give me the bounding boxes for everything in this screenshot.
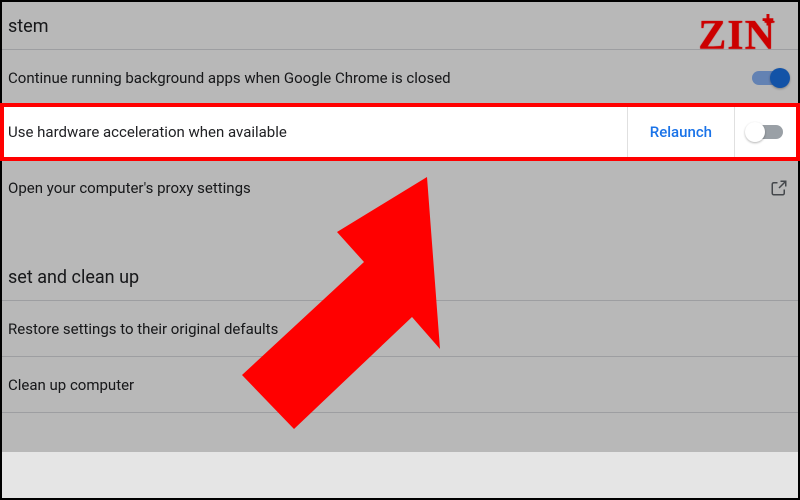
row-cleanup-computer[interactable]: Clean up computer (2, 356, 798, 412)
row-proxy-settings[interactable]: Open your computer's proxy settings (2, 159, 798, 215)
section-title-reset: set and clean up (2, 253, 798, 300)
relaunch-button[interactable]: Relaunch (627, 105, 734, 159)
external-link-icon (770, 179, 788, 197)
row-hardware-accel[interactable]: Use hardware acceleration when available… (2, 105, 798, 159)
row-label: Continue running background apps when Go… (8, 69, 451, 87)
row-label: Use hardware acceleration when available (2, 123, 627, 141)
row-hardware-accel-highlight: Use hardware acceleration when available… (2, 105, 798, 159)
section-system-footer: Open your computer's proxy settings set … (2, 159, 798, 452)
row-background-apps[interactable]: Continue running background apps when Go… (2, 49, 798, 105)
toggle-hardware-accel[interactable] (747, 125, 783, 139)
row-blank (2, 412, 798, 452)
row-label: Clean up computer (8, 376, 134, 394)
section-system-header: stem Continue running background apps wh… (2, 2, 798, 105)
section-title-system: stem (2, 2, 798, 49)
watermark-logo: ZIN (698, 12, 776, 60)
toggle-background-apps[interactable] (752, 71, 788, 85)
row-label: Open your computer's proxy settings (8, 179, 251, 197)
row-restore-defaults[interactable]: Restore settings to their original defau… (2, 300, 798, 356)
row-label: Restore settings to their original defau… (8, 320, 278, 338)
